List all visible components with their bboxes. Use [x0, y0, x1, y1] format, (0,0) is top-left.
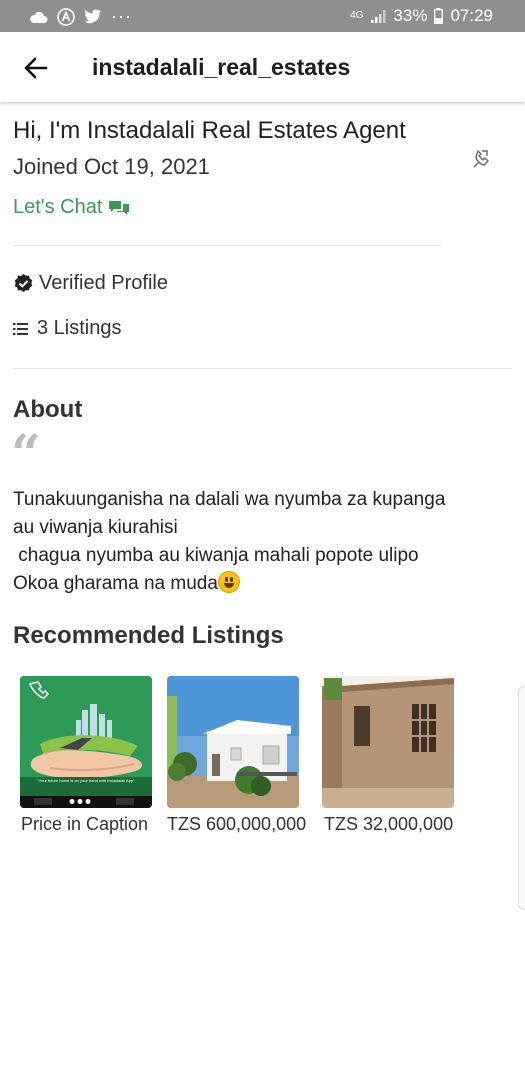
listing-thumbnail-instadalali-ad: "Your future home is on your hand with I… [20, 676, 152, 808]
status-overflow: ··· [111, 6, 132, 26]
ad-caption: "Your future home is on your hand with I… [37, 778, 135, 783]
cloud-icon [30, 11, 48, 23]
about-line: chagua nyumba au kiwanja mahali popote u… [13, 545, 419, 566]
list-icon [13, 322, 28, 335]
chat-bubbles-icon [109, 200, 130, 215]
lets-chat-link[interactable]: Let's Chat [13, 196, 130, 219]
verified-profile: Verified Profile [13, 272, 168, 295]
grinning-emoji-icon [217, 571, 240, 593]
battery-percent: 33% [393, 6, 428, 25]
about-text: Tunakuunganisha na dalali wa nyumba za k… [13, 486, 513, 598]
verified-label: Verified Profile [39, 272, 168, 294]
signal-icon [371, 9, 386, 23]
listings-label: 3 Listings [37, 317, 122, 339]
about-line: au viwanja kiurahisi [13, 517, 178, 538]
listing-price: Price in Caption [21, 814, 149, 834]
instadalali-ad-image: "Your future home is on your hand with I… [20, 676, 152, 808]
agent-greeting: Hi, I'm Instadalali Real Estates Agent [13, 117, 406, 144]
listing-card[interactable]: TZS 32,000,000 [322, 676, 454, 835]
listing-card[interactable]: "Your future home is on your hand with I… [20, 676, 152, 835]
listings-count[interactable]: 3 Listings [13, 317, 122, 340]
app-bar: instadalali_real_estates [0, 32, 525, 102]
accessibility-a-icon [57, 7, 75, 26]
lets-chat-label: Let's Chat [13, 196, 103, 218]
listing-card[interactable]: TZS 600,000,000 [167, 676, 307, 835]
scroll-handle[interactable] [518, 686, 525, 910]
status-bar-left: ··· [30, 6, 132, 27]
listing-price: TZS 600,000,000 [167, 814, 307, 834]
status-bar-right: 4G 33% 07:29 [350, 6, 493, 26]
unfinished-house-image [322, 676, 454, 808]
agent-badge-icon[interactable] [470, 148, 492, 170]
listing-thumbnail-unfinished-house [322, 676, 454, 808]
white-house-image [167, 676, 299, 808]
battery-icon [434, 8, 444, 24]
divider [13, 245, 441, 246]
listing-thumbnail-white-house [167, 676, 299, 808]
page-title: instadalali_real_estates [92, 54, 351, 80]
divider [13, 368, 512, 369]
about-line: Okoa gharama na muda [13, 573, 218, 594]
about-heading: About [13, 396, 83, 423]
about-line: Tunakuunganisha na dalali wa nyumba za k… [13, 489, 446, 510]
about-line-last: Okoa gharama na muda [13, 570, 513, 598]
verified-badge-icon [14, 274, 33, 292]
listing-price: TZS 32,000,000 [324, 814, 454, 834]
status-bar: ··· 4G 33% 07:29 [0, 0, 525, 32]
recommended-heading: Recommended Listings [13, 622, 284, 649]
clock: 07:29 [450, 6, 493, 25]
twitter-icon [84, 9, 101, 24]
back-arrow-icon[interactable] [22, 54, 50, 82]
network-type: 4G [350, 10, 364, 21]
quote-mark-icon: “ [11, 424, 41, 485]
joined-date: Joined Oct 19, 2021 [13, 154, 210, 179]
